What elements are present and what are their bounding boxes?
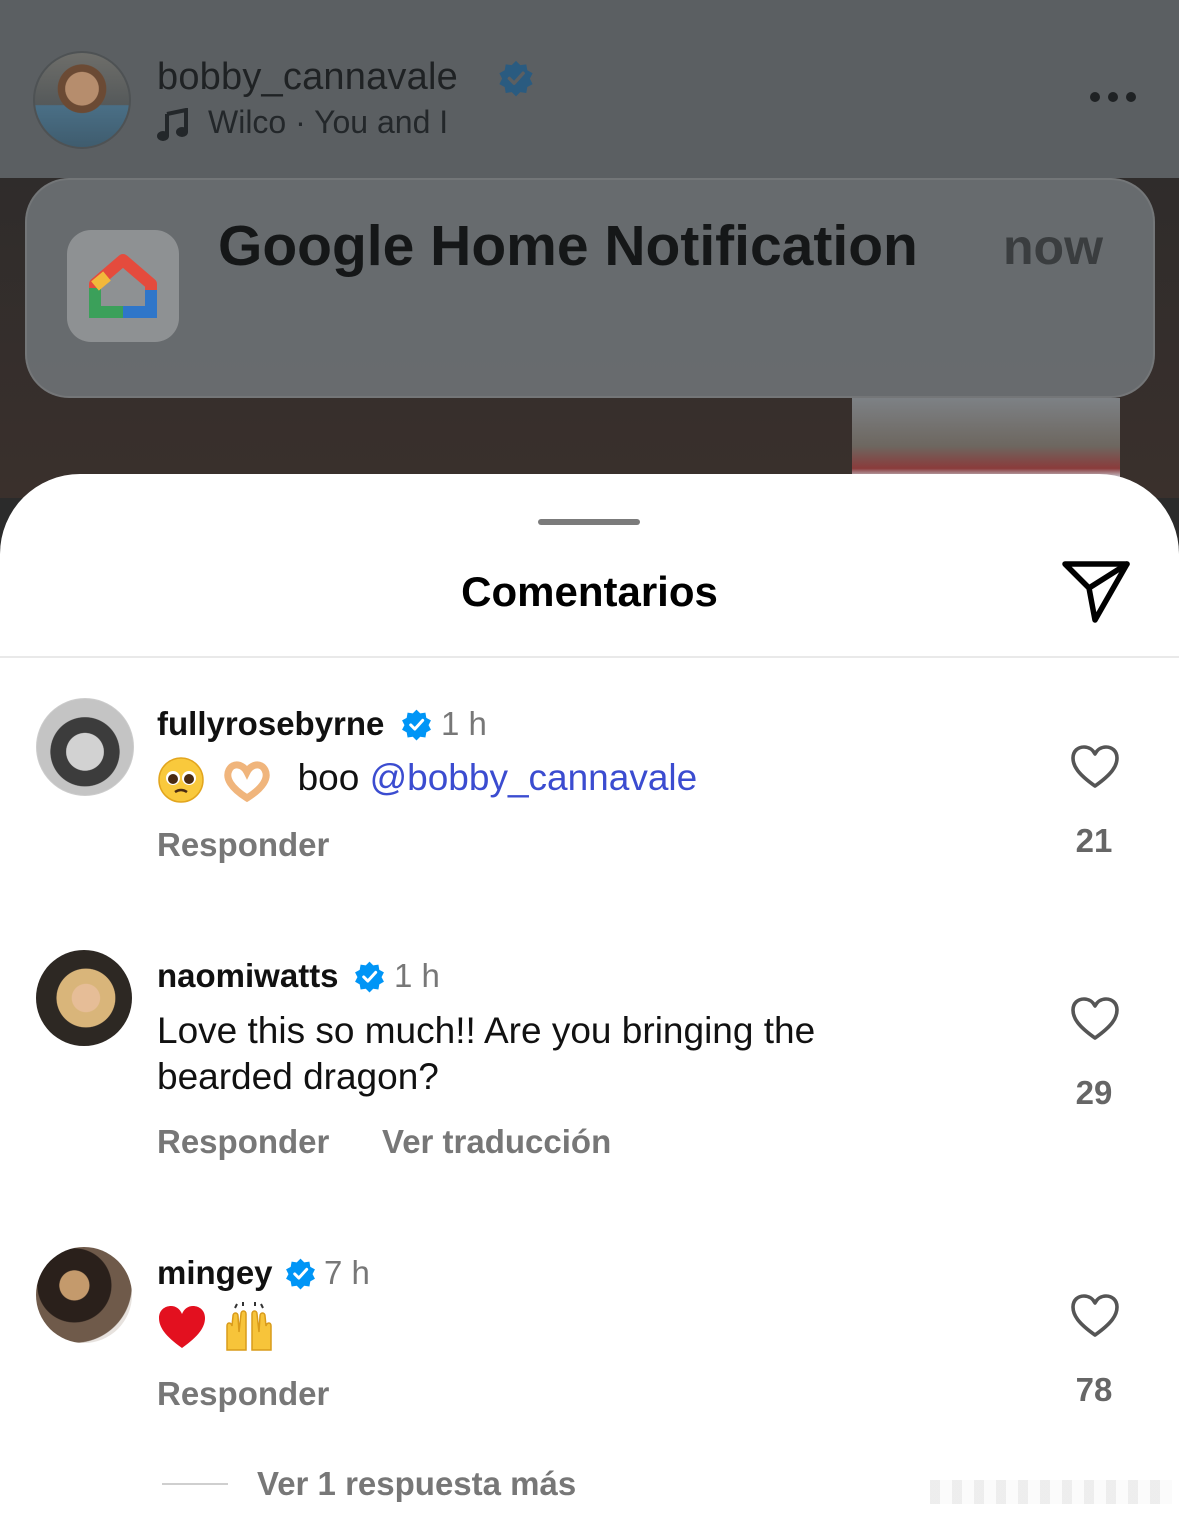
post-author-username[interactable]: bobby_cannavale xyxy=(157,56,458,99)
red-heart-icon xyxy=(159,1306,205,1348)
post-header: bobby_cannavale Wilco · You and I xyxy=(0,0,1179,178)
google-home-logo-icon xyxy=(89,254,157,318)
like-heart-icon[interactable] xyxy=(1070,1293,1120,1339)
comment-text-body: boo xyxy=(297,757,360,798)
raising-hands-icon xyxy=(226,1302,273,1351)
like-heart-icon[interactable] xyxy=(1070,744,1120,790)
music-note-icon xyxy=(157,108,188,141)
home-indicator xyxy=(930,1480,1172,1504)
more-options-icon[interactable] xyxy=(1089,90,1137,104)
reply-button[interactable]: Responder xyxy=(157,1375,329,1413)
comment-avatar[interactable] xyxy=(36,950,132,1046)
like-count: 78 xyxy=(1075,1371,1113,1408)
google-home-notification[interactable]: Google Home Notification now xyxy=(25,178,1155,398)
comment-text: Love this so much!! Are you bringing the… xyxy=(157,1008,815,1100)
comment-text: boo @bobby_cannavale xyxy=(157,755,697,804)
notification-title: Google Home Notification xyxy=(218,214,918,278)
like-heart-icon[interactable] xyxy=(1070,996,1120,1042)
share-send-icon[interactable] xyxy=(1061,558,1131,624)
comment-text-line: bearded dragon? xyxy=(157,1056,439,1097)
replies-divider-line xyxy=(162,1483,228,1485)
comment-username[interactable]: naomiwatts xyxy=(157,957,339,995)
video-inset-image xyxy=(852,398,1120,478)
verified-badge-icon xyxy=(355,961,384,993)
like-count: 21 xyxy=(1075,822,1113,859)
heart-hands-icon xyxy=(224,761,270,803)
comment-time: 1 h xyxy=(394,957,440,994)
comment-username[interactable]: fullyrosebyrne xyxy=(157,705,384,743)
like-count: 29 xyxy=(1075,1074,1113,1111)
reply-button[interactable]: Responder xyxy=(157,826,329,864)
comment-avatar[interactable] xyxy=(36,1247,132,1343)
sheet-divider xyxy=(0,656,1179,658)
google-home-app-icon xyxy=(67,230,179,342)
notification-time: now xyxy=(1003,219,1103,275)
verified-badge-icon xyxy=(402,709,431,741)
comment-username[interactable]: mingey xyxy=(157,1254,273,1292)
post-music-label[interactable]: Wilco · You and I xyxy=(208,104,448,141)
pleading-face-icon xyxy=(158,757,204,803)
comment-text xyxy=(157,1302,277,1354)
post-author-avatar[interactable] xyxy=(33,51,131,149)
verified-badge-icon xyxy=(286,1258,315,1290)
comment-time: 1 h xyxy=(441,705,487,742)
reply-button[interactable]: Responder xyxy=(157,1123,329,1161)
comment-text-line: Love this so much!! Are you bringing the xyxy=(157,1010,816,1051)
sheet-title: Comentarios xyxy=(461,568,718,615)
comment-avatar[interactable] xyxy=(36,698,134,796)
sheet-drag-handle[interactable] xyxy=(538,519,640,525)
comment-time: 7 h xyxy=(324,1254,370,1291)
view-more-replies-button[interactable]: Ver 1 respuesta más xyxy=(257,1465,576,1503)
verified-badge-icon xyxy=(499,60,533,97)
comment-mention-link[interactable]: @bobby_cannavale xyxy=(370,757,698,798)
see-translation-button[interactable]: Ver traducción xyxy=(382,1123,611,1161)
